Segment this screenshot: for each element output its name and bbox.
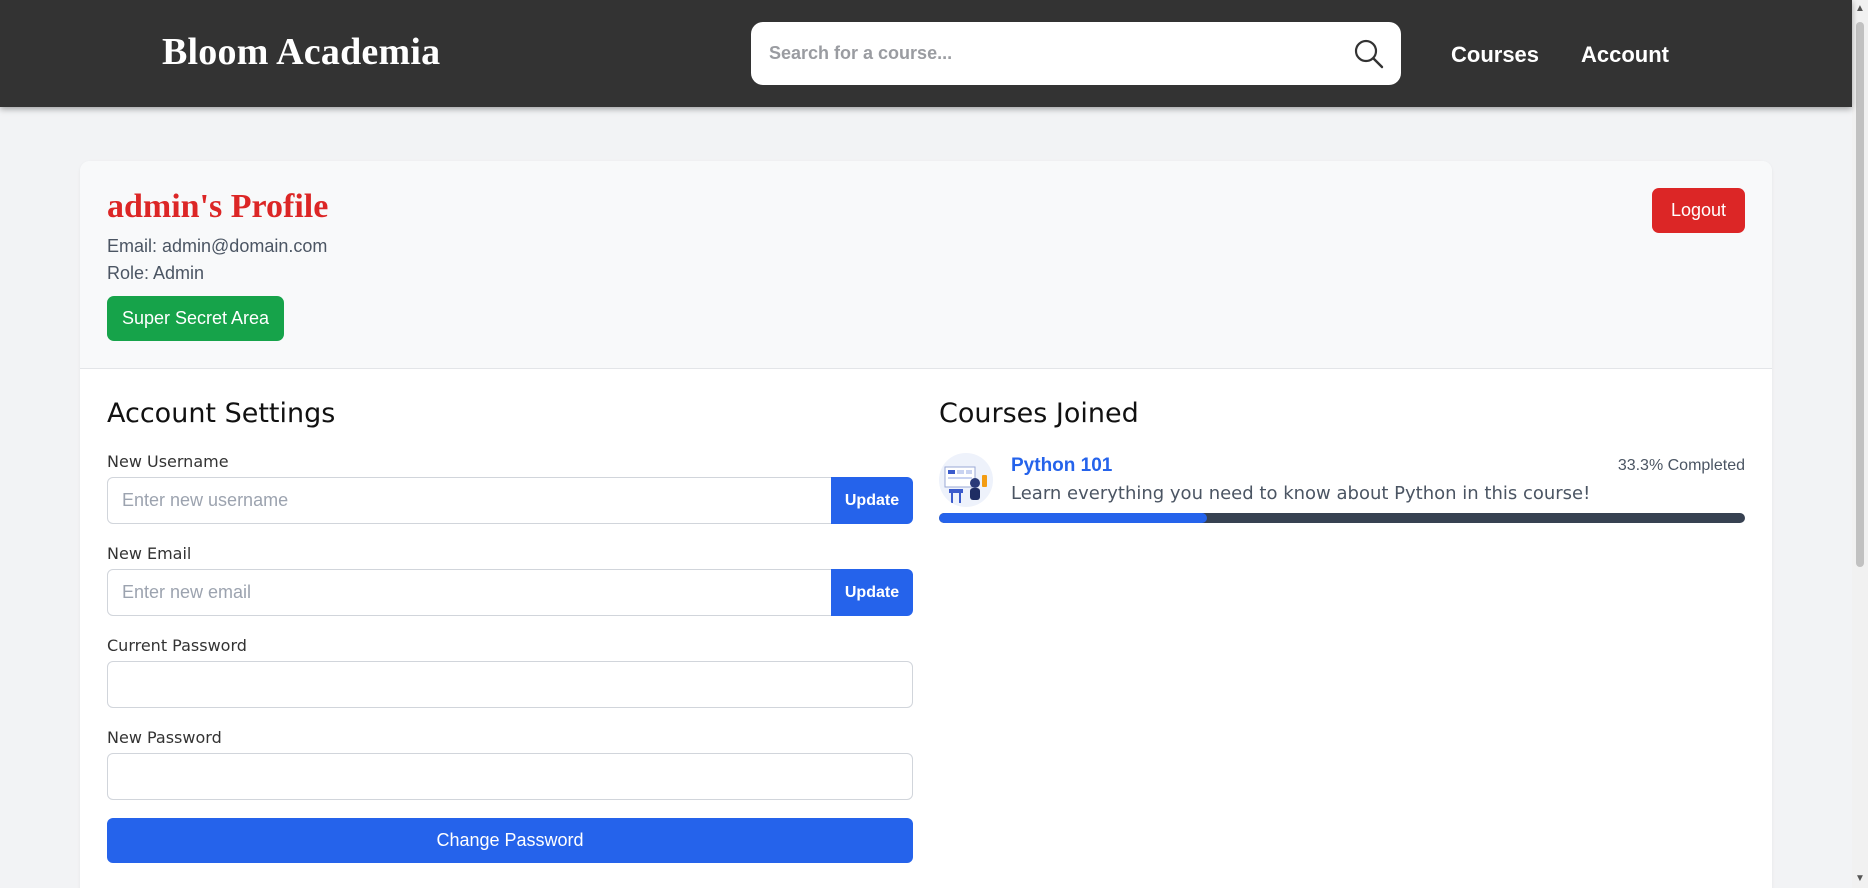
course-progress-fill [939,513,1208,523]
scroll-up-arrow-icon[interactable]: ▲ [1855,4,1865,14]
course-thumbnail [939,453,993,507]
new-email-input[interactable] [107,569,834,616]
update-username-button[interactable]: Update [831,477,913,524]
current-password-input[interactable] [107,661,913,708]
course-progress-bar [939,513,1745,523]
top-navbar: Bloom Academia Courses Account [0,0,1852,107]
new-username-input[interactable] [107,477,834,524]
logout-button[interactable]: Logout [1652,188,1745,233]
account-card: admin's Profile Email: admin@domain.com … [80,161,1772,888]
course-description: Learn everything you need to know about … [1011,483,1591,504]
new-password-label: New Password [107,728,222,747]
courses-joined-heading: Courses Joined [939,398,1139,429]
current-password-label: Current Password [107,636,247,655]
new-username-label: New Username [107,452,229,471]
brand-logo[interactable]: Bloom Academia [162,30,440,74]
search-icon[interactable] [1353,38,1385,70]
search-bar [751,22,1401,85]
profile-role: Role: Admin [107,263,205,283]
scroll-down-arrow-icon[interactable]: ▼ [1855,874,1865,884]
new-password-input[interactable] [107,753,913,800]
profile-title: admin's Profile [107,188,329,225]
course-title-link[interactable]: Python 101 [1011,455,1112,477]
scroll-thumb[interactable] [1856,22,1864,567]
nav-courses-link[interactable]: Courses [1451,42,1539,68]
new-email-label: New Email [107,544,192,563]
change-password-button[interactable]: Change Password [107,818,913,863]
page-scrollbar[interactable]: ▲ ▼ [1852,0,1868,888]
nav-account-link[interactable]: Account [1581,42,1669,68]
profile-email: Email: admin@domain.com [107,236,328,256]
update-email-button[interactable]: Update [831,569,913,616]
account-settings-heading: Account Settings [107,398,336,429]
super-secret-area-button[interactable]: Super Secret Area [107,296,284,341]
search-input[interactable] [769,22,1329,85]
profile-section: admin's Profile Email: admin@domain.com … [80,161,1772,369]
course-progress-text: 33.3% Completed [1617,457,1745,474]
